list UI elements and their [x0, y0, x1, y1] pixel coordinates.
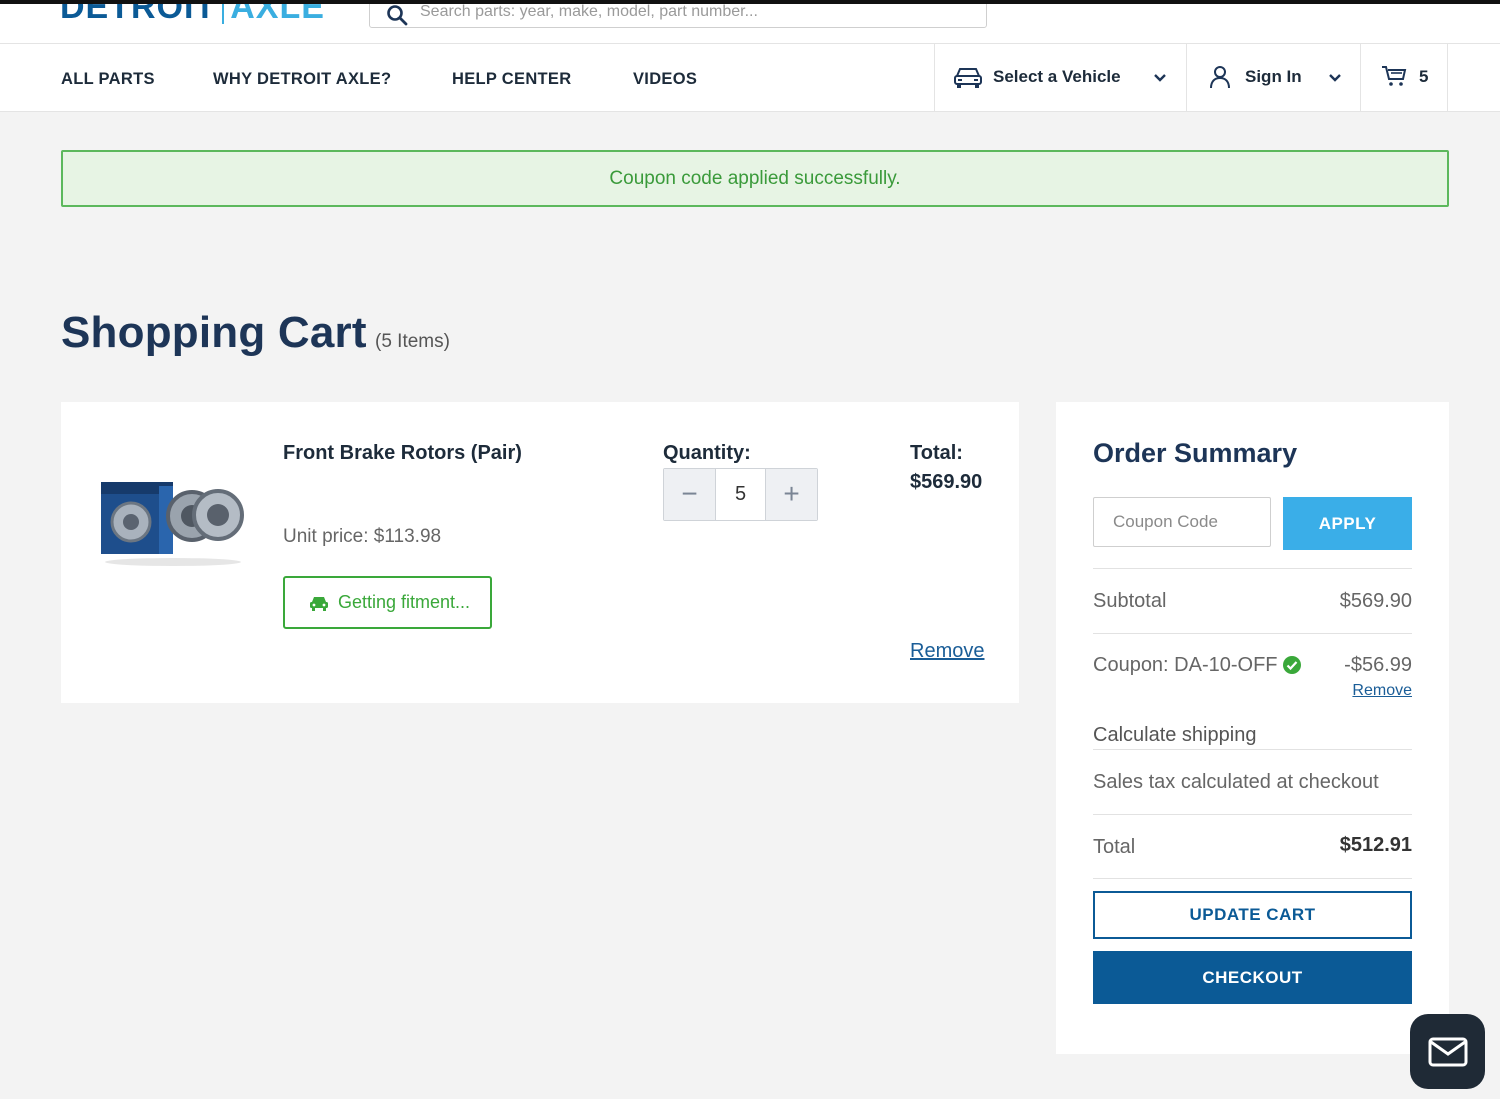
remove-coupon-link[interactable]: Remove	[1352, 682, 1412, 700]
main-nav: ALL PARTS WHY DETROIT AXLE? HELP CENTER …	[0, 44, 1500, 112]
product-name[interactable]: Front Brake Rotors (Pair)	[283, 442, 522, 465]
coupon-label: Coupon: DA-10-OFF	[1093, 654, 1278, 676]
checkout-button[interactable]: CHECKOUT	[1093, 951, 1412, 1004]
item-total-label: Total:	[910, 442, 963, 464]
fitment-label: Getting fitment...	[338, 592, 471, 612]
cart-count: 5	[1419, 67, 1429, 86]
cart-item-card: Front Brake Rotors (Pair) Unit price: $1…	[61, 402, 1019, 703]
apply-coupon-button[interactable]: APPLY	[1283, 497, 1412, 550]
page-title: Shopping Cart	[61, 308, 367, 357]
quantity-label: Quantity:	[663, 442, 751, 464]
subtotal-label: Subtotal	[1093, 590, 1167, 612]
calculate-shipping-link[interactable]: Calculate shipping	[1093, 724, 1256, 747]
logo-divider	[222, 4, 225, 24]
subtotal-value: $569.90	[1339, 590, 1412, 612]
chevron-down-icon	[1154, 74, 1166, 82]
sign-in-label: Sign In	[1245, 67, 1302, 86]
logo-text-axle: AXLE	[230, 4, 325, 26]
total-label: Total	[1093, 836, 1136, 858]
check-circle-icon	[1283, 656, 1301, 674]
total-value: $512.91	[1339, 834, 1412, 856]
quantity-stepper: − 5 +	[663, 468, 818, 521]
divider	[1093, 568, 1412, 569]
order-summary: Order Summary APPLY Subtotal $569.90 Cou…	[1056, 402, 1449, 1054]
coupon-code-input[interactable]	[1093, 497, 1271, 547]
coupon-success-alert: Coupon code applied successfully.	[61, 150, 1449, 207]
top-bar: DETROIT AXLE	[0, 4, 1500, 44]
unit-price: Unit price: $113.98	[283, 526, 442, 547]
quantity-value[interactable]: 5	[716, 469, 765, 520]
nav-all-parts[interactable]: ALL PARTS	[61, 70, 155, 89]
logo-text-detroit: DETROIT	[60, 4, 217, 26]
fitment-button[interactable]: Getting fitment...	[283, 576, 492, 629]
divider	[1093, 878, 1412, 879]
search-box	[369, 4, 987, 28]
logo[interactable]: DETROIT AXLE	[60, 4, 325, 27]
select-vehicle-button[interactable]: Select a Vehicle	[934, 44, 1186, 112]
coupon-discount-value: -$56.99	[1344, 654, 1412, 676]
remove-item-link[interactable]: Remove	[910, 640, 984, 663]
divider	[1093, 814, 1412, 815]
divider	[1093, 749, 1412, 750]
chevron-down-icon	[1329, 74, 1341, 82]
sales-tax-note: Sales tax calculated at checkout	[1093, 771, 1379, 793]
divider	[1093, 633, 1412, 634]
car-icon	[310, 597, 328, 611]
nav-videos[interactable]: VIDEOS	[633, 70, 697, 89]
nav-why-detroit-axle[interactable]: WHY DETROIT AXLE?	[213, 70, 391, 89]
user-icon	[1210, 66, 1230, 89]
product-image[interactable]	[99, 472, 245, 567]
mail-icon	[1428, 1037, 1468, 1067]
chat-button[interactable]	[1410, 1014, 1485, 1089]
cart-button[interactable]: 5	[1360, 44, 1448, 112]
decrease-quantity-button[interactable]: −	[664, 469, 716, 520]
select-vehicle-label: Select a Vehicle	[993, 67, 1121, 86]
search-input[interactable]	[420, 4, 970, 27]
update-cart-button[interactable]: UPDATE CART	[1093, 891, 1412, 939]
increase-quantity-button[interactable]: +	[765, 469, 817, 520]
order-summary-title: Order Summary	[1093, 438, 1298, 468]
car-icon	[954, 68, 982, 88]
cart-icon	[1382, 66, 1407, 86]
item-total-value: $569.90	[910, 471, 983, 493]
search-icon[interactable]	[386, 4, 408, 26]
sign-in-button[interactable]: Sign In	[1186, 44, 1360, 112]
cart-item-count: (5 Items)	[375, 331, 450, 352]
nav-help-center[interactable]: HELP CENTER	[452, 70, 571, 89]
